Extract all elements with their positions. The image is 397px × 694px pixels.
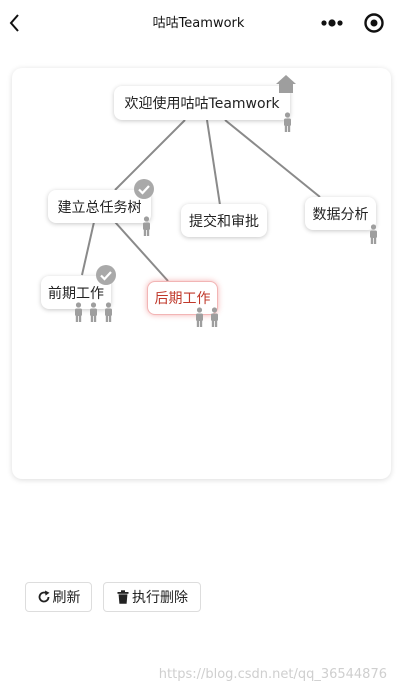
close-capsule-icon[interactable] [362, 11, 386, 35]
tree-node-late-work[interactable]: 后期工作 [147, 281, 218, 315]
tree-node-label: 建立总任务树 [57, 199, 142, 216]
execute-delete-label: 执行删除 [132, 590, 188, 606]
member-icon [284, 112, 291, 132]
tree-node-label: 前期工作 [48, 285, 104, 302]
refresh-label: 刷新 [52, 590, 81, 606]
navigation-bar: 咕咕Teamwork [0, 0, 397, 44]
execute-delete-button[interactable]: 执行删除 [103, 582, 201, 612]
home-icon [276, 75, 296, 93]
more-options-icon[interactable] [318, 12, 346, 34]
tree-node-label: 后期工作 [154, 291, 211, 307]
member-icon [105, 302, 112, 322]
trash-icon [117, 590, 129, 604]
refresh-icon [38, 590, 49, 603]
member-icon [196, 307, 203, 327]
tree-node-submit-approve[interactable]: 提交和审批 [181, 204, 267, 237]
member-icon [75, 302, 82, 322]
watermark: https://blog.csdn.net/qq_36544876 [158, 667, 387, 682]
completed-check-icon [134, 179, 154, 199]
completed-check-icon [96, 265, 116, 285]
tree-node-label: 提交和审批 [189, 213, 259, 230]
member-icon [90, 302, 97, 322]
tree-node-label: 数据分析 [312, 206, 369, 223]
member-icon [211, 307, 218, 327]
tree-node-data-analysis[interactable]: 数据分析 [305, 197, 376, 230]
member-icon [143, 216, 150, 236]
tree-node-label: 欢迎使用咕咕Teamwork [124, 96, 280, 112]
task-tree-canvas[interactable] [12, 68, 391, 479]
member-icon [370, 224, 377, 244]
tree-node-root[interactable]: 欢迎使用咕咕Teamwork [114, 86, 290, 120]
refresh-button[interactable]: 刷新 [25, 582, 92, 612]
